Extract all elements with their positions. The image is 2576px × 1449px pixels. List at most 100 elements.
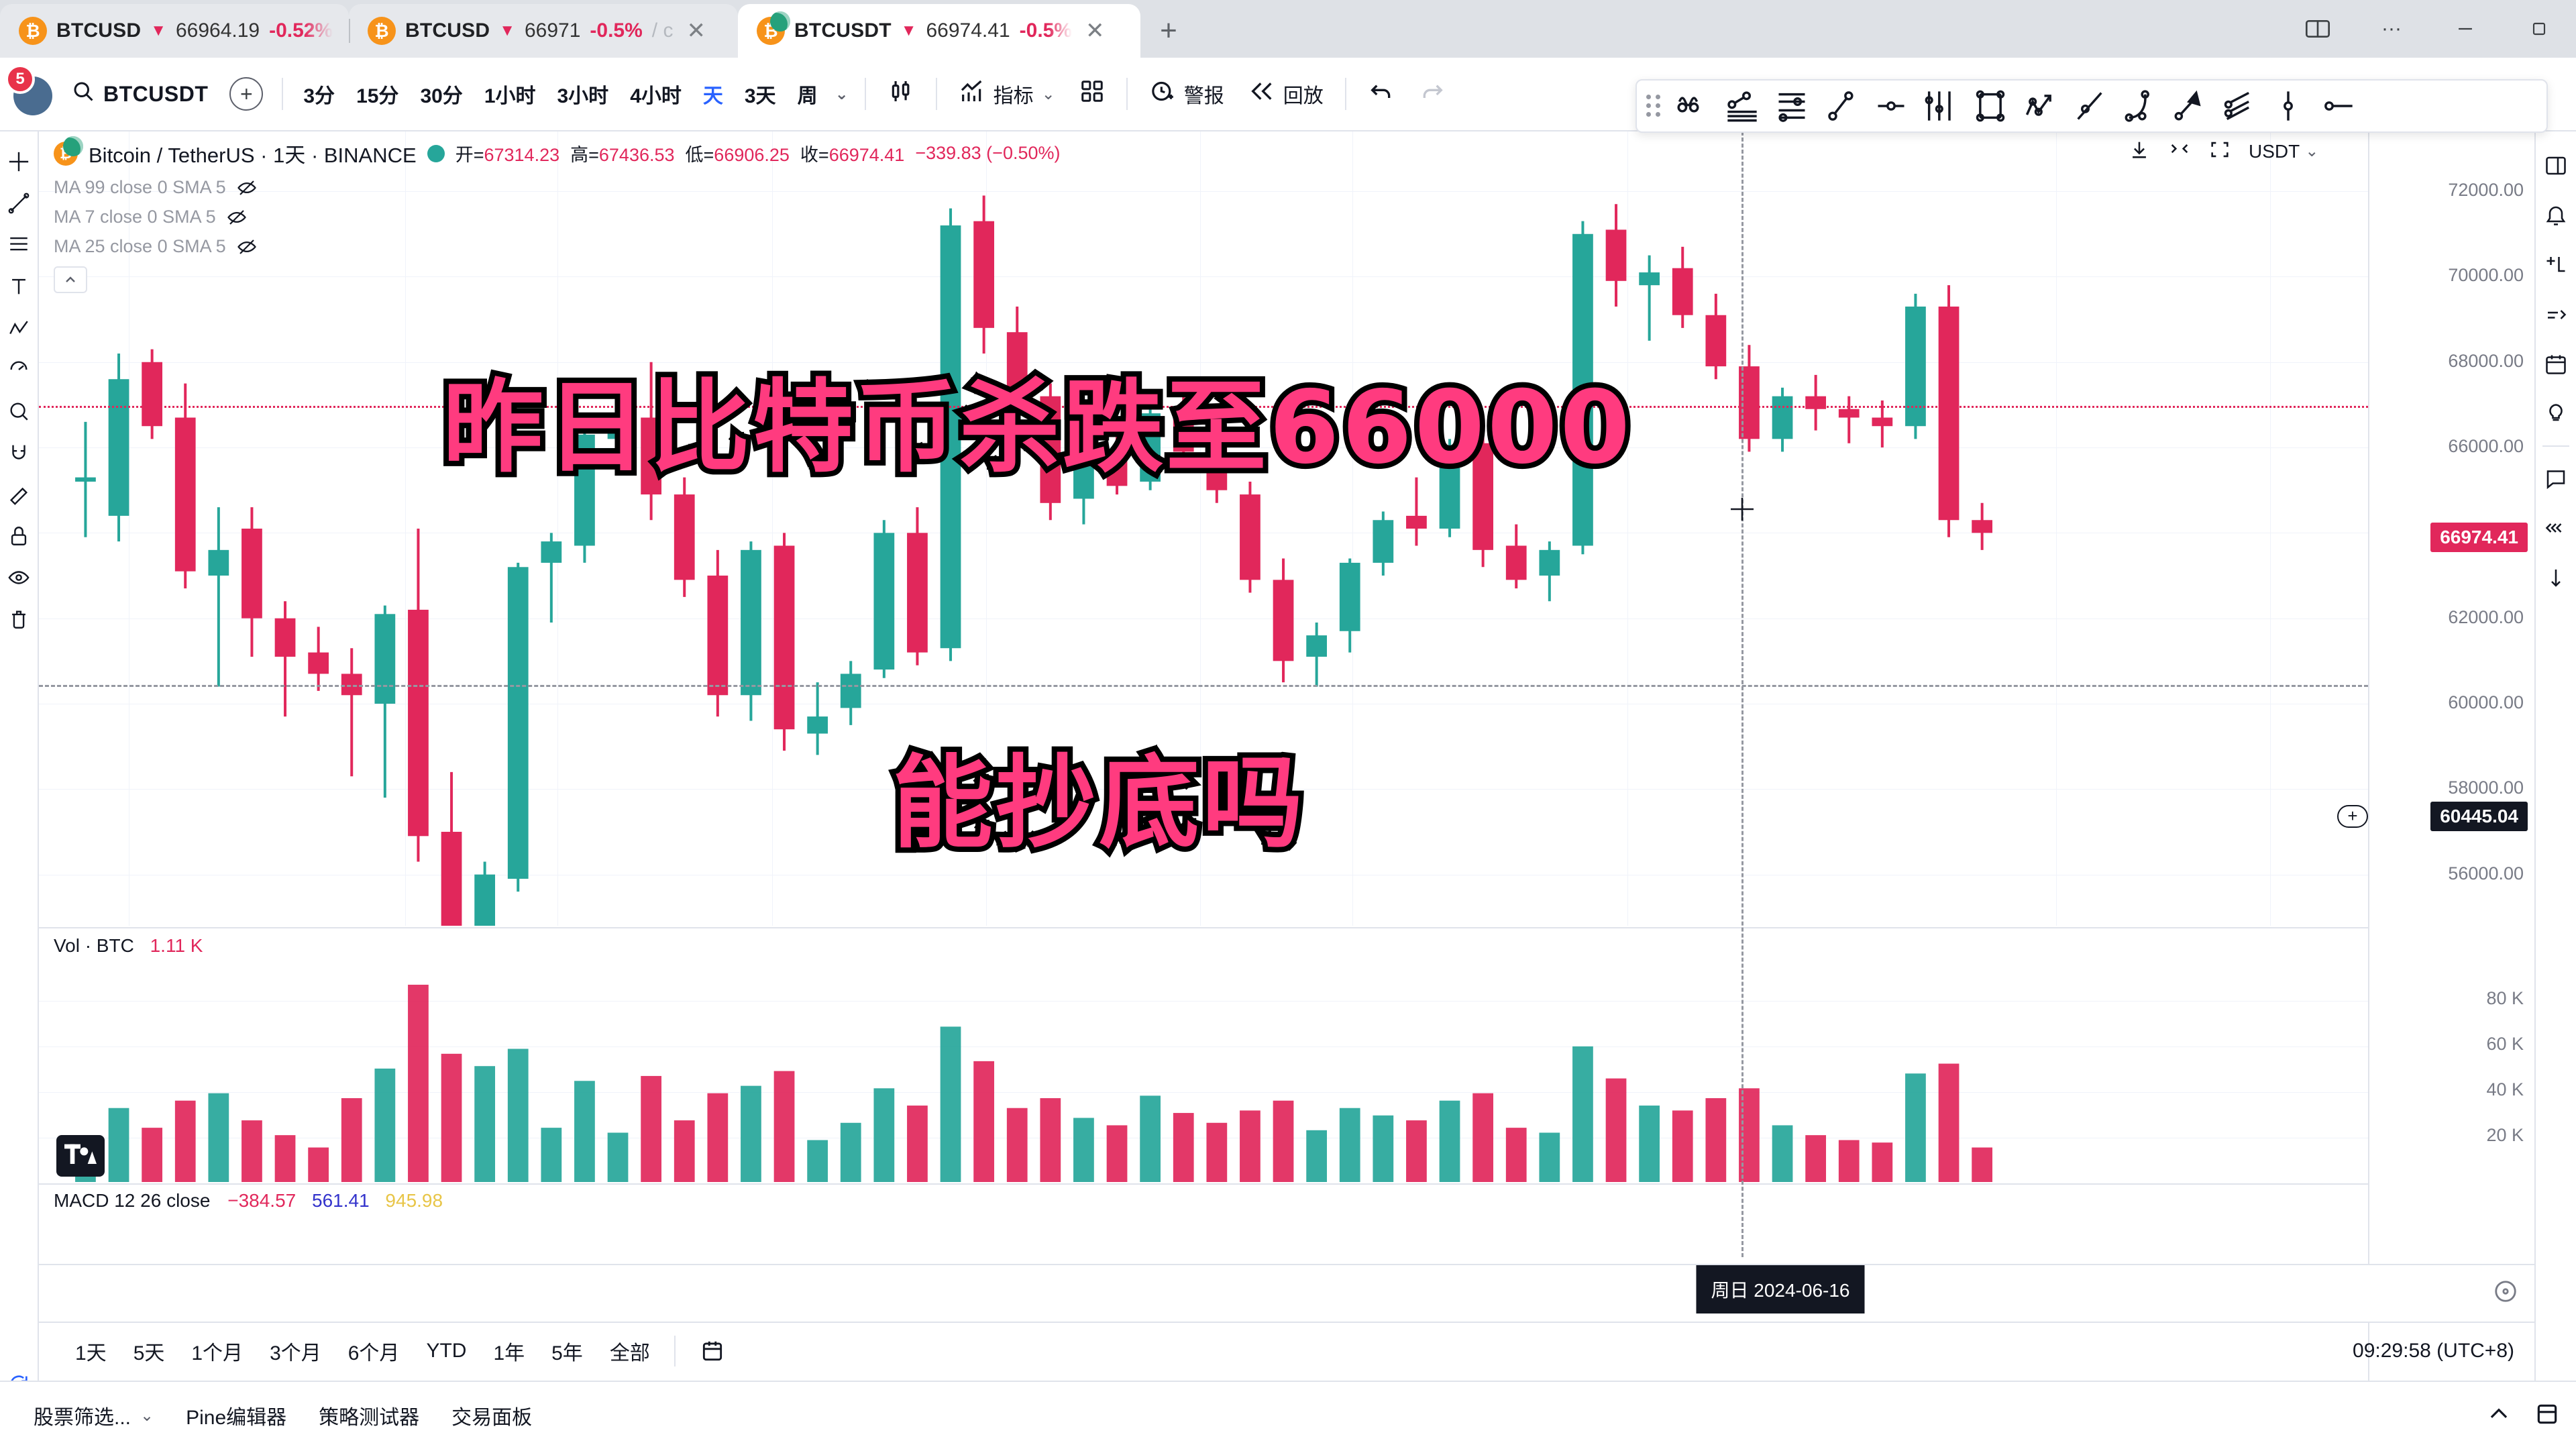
lock-icon[interactable]	[1, 515, 37, 557]
timeframe-4h[interactable]: 4小时	[619, 72, 692, 116]
currency-selector[interactable]: USDT ⌄	[2249, 141, 2318, 162]
templates-button[interactable]	[1067, 70, 1117, 118]
ray-icon[interactable]	[2065, 85, 2114, 127]
minimize-button[interactable]	[2428, 0, 2502, 58]
browser-tab-1[interactable]: ₿ BTCUSD ▼ 66971 -0.5% / c ✕	[349, 4, 738, 58]
strategy-tester-button[interactable]: 策略测试器	[303, 1395, 435, 1436]
timeframe-more-button[interactable]: ⌄	[828, 72, 855, 116]
range-1y[interactable]: 1年	[480, 1332, 538, 1371]
chat-icon[interactable]	[2537, 453, 2575, 503]
eye-off-icon[interactable]	[235, 178, 258, 198]
timeframe-3m[interactable]: 3分	[292, 72, 345, 116]
alerts-icon[interactable]	[2537, 191, 2575, 240]
eye-off-icon[interactable]	[225, 207, 248, 227]
timeframe-30m[interactable]: 30分	[409, 72, 473, 116]
curve-icon[interactable]	[2114, 85, 2164, 127]
elliott-wave-icon[interactable]	[2015, 85, 2065, 127]
rectangle-icon[interactable]	[1966, 85, 2015, 127]
fib-icon[interactable]	[1, 224, 37, 266]
floating-drawing-toolbar[interactable]	[1635, 79, 2548, 133]
ideas-icon[interactable]	[2537, 389, 2575, 439]
timeframe-1d[interactable]: 天	[692, 72, 734, 116]
redo-button[interactable]	[1407, 70, 1458, 118]
calendar-icon[interactable]	[2537, 339, 2575, 389]
more-options-icon[interactable]: ···	[2355, 0, 2428, 58]
collapse-legend-button[interactable]	[54, 266, 87, 293]
range-5d[interactable]: 5天	[120, 1332, 178, 1371]
ma-row-25[interactable]: MA 25 close 0 SMA 5	[54, 236, 1061, 257]
trend-line-icon[interactable]	[1717, 85, 1767, 127]
crosshair-cursor-icon[interactable]	[1, 141, 37, 182]
collapse-pane-icon[interactable]	[2168, 138, 2191, 164]
arrow-marker-icon[interactable]	[2164, 85, 2214, 127]
timeframe-1h[interactable]: 1小时	[474, 72, 547, 116]
add-alert-plus-icon[interactable]: +	[2337, 804, 2368, 828]
timeframe-3d[interactable]: 3天	[734, 72, 787, 116]
range-1d[interactable]: 1天	[62, 1332, 120, 1371]
add-symbol-button[interactable]: +	[220, 70, 272, 118]
tab-close-icon[interactable]: ✕	[686, 19, 706, 42]
ruler-icon[interactable]	[1, 390, 37, 432]
trading-panel-button[interactable]: 交易面板	[435, 1395, 548, 1436]
vertical-line-icon[interactable]	[2263, 85, 2313, 127]
time-settings-icon[interactable]	[2493, 1279, 2518, 1307]
ma-row-99[interactable]: MA 99 close 0 SMA 5	[54, 177, 1061, 198]
hide-drawings-icon[interactable]	[1, 557, 37, 598]
timeframe-15m[interactable]: 15分	[345, 72, 409, 116]
alert-button[interactable]: 警报	[1137, 70, 1236, 118]
trend-line-tool-icon[interactable]	[1817, 85, 1866, 127]
range-ytd[interactable]: YTD	[413, 1332, 480, 1371]
add-watchlist-icon[interactable]	[2537, 240, 2575, 290]
fullscreen-icon[interactable]	[2208, 138, 2231, 164]
range-3m[interactable]: 3个月	[256, 1332, 335, 1371]
symbol-search[interactable]: BTCUSDT	[59, 70, 220, 118]
trend-line-icon[interactable]	[1, 182, 37, 224]
undo-button[interactable]	[1356, 70, 1407, 118]
indicators-button[interactable]: 指标 ⌄	[947, 70, 1067, 118]
prediction-icon[interactable]	[1, 349, 37, 390]
new-tab-button[interactable]: +	[1140, 4, 1197, 58]
range-1m[interactable]: 1个月	[178, 1332, 256, 1371]
calendar-icon[interactable]	[686, 1332, 739, 1371]
timeframe-3h[interactable]: 3小时	[547, 72, 620, 116]
fib-retracement-icon[interactable]	[1767, 85, 1817, 127]
range-all[interactable]: 全部	[596, 1332, 663, 1371]
text-icon[interactable]	[1, 266, 37, 307]
range-6m[interactable]: 6个月	[335, 1332, 413, 1371]
tab-close-icon[interactable]: ✕	[1085, 19, 1105, 42]
expand-icon[interactable]	[2534, 1401, 2560, 1430]
browser-tab-0[interactable]: ₿ BTCUSD ▼ 66964.19 -0.52% ✕	[0, 4, 349, 58]
time-axis[interactable]: 周日 2024-06-16	[39, 1264, 2534, 1322]
pitchfork-icon[interactable]	[1916, 85, 1966, 127]
parallel-channel-icon[interactable]	[2214, 85, 2263, 127]
hotlist-icon[interactable]	[2537, 290, 2575, 339]
magnet-icon[interactable]	[1, 432, 37, 474]
stock-screener-button[interactable]: 股票筛选... ⌄	[17, 1395, 170, 1436]
pine-editor-button[interactable]: Pine编辑器	[170, 1395, 303, 1436]
horizontal-ray-icon[interactable]	[2313, 85, 2363, 127]
ma-row-7[interactable]: MA 7 close 0 SMA 5	[54, 207, 1061, 227]
user-avatar[interactable]: 5	[5, 64, 59, 119]
price-axis[interactable]: 72000.0070000.0068000.0066000.0064000.00…	[2133, 131, 2534, 1418]
volume-pane[interactable]: Vol · BTC 1.11 K	[39, 927, 2368, 1182]
eye-off-icon[interactable]	[235, 237, 258, 257]
range-5y[interactable]: 5年	[538, 1332, 596, 1371]
notes-icon[interactable]	[2537, 553, 2575, 602]
drag-handle-icon[interactable]	[1644, 90, 1664, 122]
clock-label[interactable]: 09:29:58 (UTC+8)	[2353, 1340, 2514, 1362]
chart-type-button[interactable]	[875, 70, 926, 118]
stream-icon[interactable]	[2537, 503, 2575, 553]
browser-tab-2[interactable]: ₿ BTCUSDT ▼ 66974.41 -0.5% ✕	[738, 4, 1140, 58]
cursor-crosshair-icon[interactable]	[1668, 85, 1717, 127]
download-icon[interactable]	[2128, 138, 2151, 164]
trash-icon[interactable]	[1, 598, 37, 640]
pattern-icon[interactable]	[1, 307, 37, 349]
maximize-button[interactable]	[2502, 0, 2576, 58]
horizontal-line-icon[interactable]	[1866, 85, 1916, 127]
macd-pane[interactable]: MACD 12 26 close −384.57 561.41 945.98	[39, 1183, 2368, 1257]
split-screen-icon[interactable]	[2281, 0, 2355, 58]
drawing-mode-icon[interactable]	[1, 474, 37, 515]
chevron-up-icon[interactable]	[2486, 1401, 2512, 1430]
watchlist-icon[interactable]	[2537, 141, 2575, 191]
timeframe-1w[interactable]: 周	[787, 72, 828, 116]
